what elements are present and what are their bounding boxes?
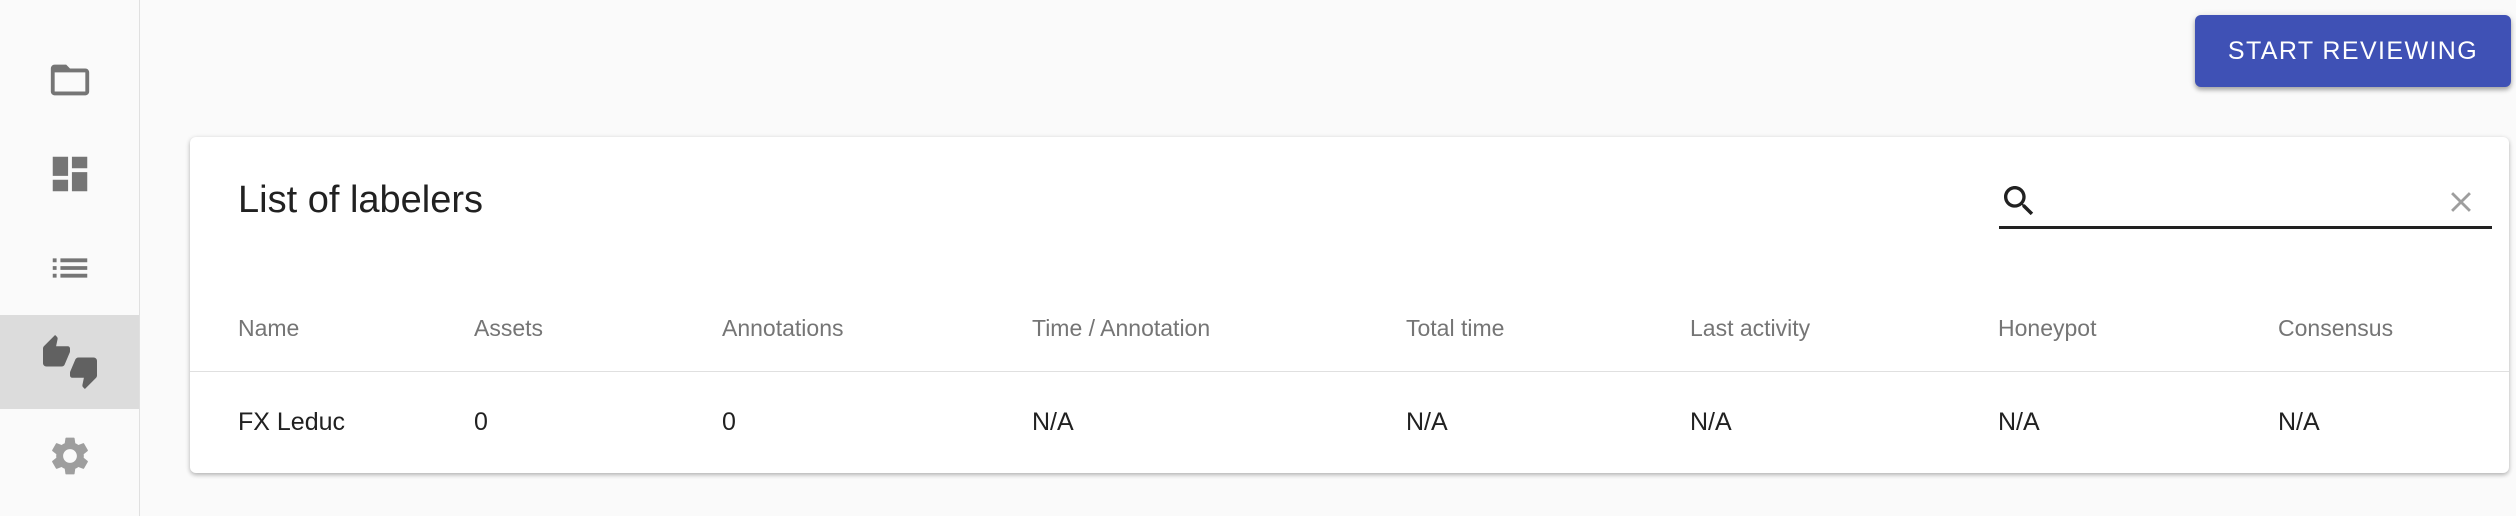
page-title: List of labelers [238,179,484,221]
sidebar [0,0,140,516]
column-header-consensus[interactable]: Consensus [2278,285,2509,372]
labelers-card: List of labelers Name Assets Annotations… [190,137,2509,473]
search-bar [1999,177,2492,229]
column-header-time-per-annotation[interactable]: Time / Annotation [1032,285,1406,372]
clear-icon[interactable] [2444,185,2478,219]
column-header-annotations[interactable]: Annotations [722,285,1032,372]
sidebar-item-assets-list[interactable] [0,221,139,315]
cell-total-time: N/A [1406,407,1448,436]
folder-icon [50,64,89,96]
cell-consensus: N/A [2278,407,2320,436]
sidebar-item-dashboard[interactable] [0,127,139,221]
column-header-total-time[interactable]: Total time [1406,285,1690,372]
sidebar-item-review[interactable] [0,315,139,409]
cell-honeypot: N/A [1998,407,2040,436]
cell-last-activity: N/A [1690,407,1732,436]
column-header-honeypot[interactable]: Honeypot [1998,285,2278,372]
column-header-last-activity[interactable]: Last activity [1690,285,1998,372]
table-row[interactable]: FX Leduc 0 0 N/A N/A N/A N/A N/A [190,372,2509,473]
cell-annotations: 0 [722,407,736,436]
column-header-assets[interactable]: Assets [474,285,722,372]
sidebar-item-projects[interactable] [0,33,139,127]
dashboard-icon [52,156,87,192]
cell-time-per-annotation: N/A [1032,407,1074,436]
column-header-name[interactable]: Name [190,285,474,372]
cell-assets: 0 [474,407,488,436]
list-icon [52,258,87,278]
thumbs-up-down-icon [42,335,97,389]
cell-name: FX Leduc [238,407,346,436]
search-input[interactable] [2051,181,2415,223]
search-icon [2004,186,2034,216]
start-reviewing-button[interactable]: START REVIEWING [2195,15,2511,87]
labelers-table: Name Assets Annotations Time / Annotatio… [190,285,2509,472]
gear-icon [51,437,88,475]
sidebar-item-settings[interactable] [0,409,139,503]
table-header-row: Name Assets Annotations Time / Annotatio… [190,285,2509,372]
